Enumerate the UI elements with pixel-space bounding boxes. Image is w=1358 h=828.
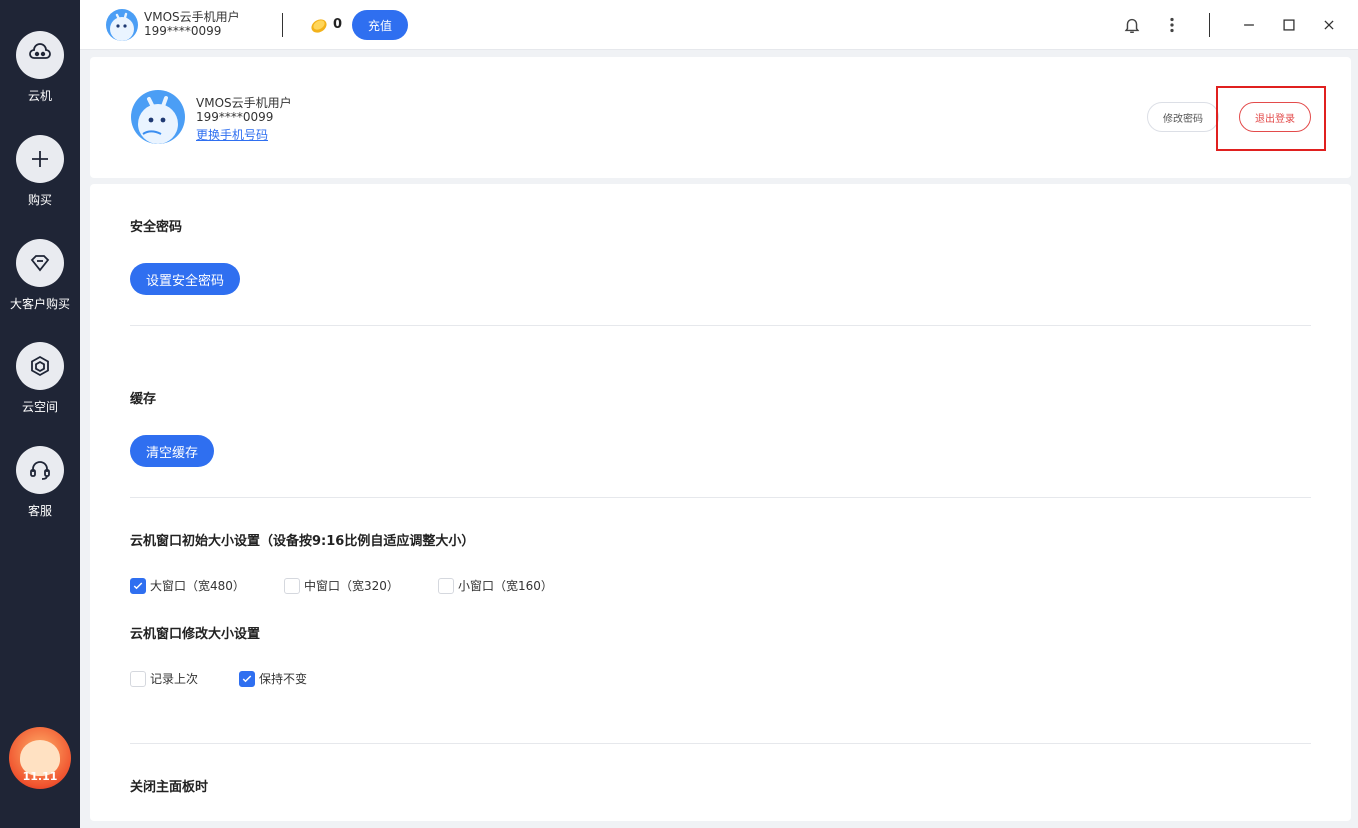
checkbox-keep-unchanged[interactable]: 保持不变 <box>239 670 307 687</box>
more-vertical-icon[interactable] <box>1161 14 1183 36</box>
checkbox-checked[interactable] <box>239 670 255 687</box>
minimize-icon[interactable] <box>1238 14 1260 36</box>
checkbox-unchecked[interactable] <box>284 577 300 594</box>
divider <box>1209 13 1210 37</box>
divider <box>130 497 1311 498</box>
security-password-title: 安全密码 <box>130 220 183 235</box>
sidebar-item-cloud-phone[interactable]: 云机 <box>0 31 80 104</box>
promo-label: 11.11 <box>22 770 58 783</box>
window-resize-title: 云机窗口修改大小设置 <box>130 627 261 642</box>
checkbox-unchecked[interactable] <box>438 577 454 594</box>
headset-icon <box>16 446 64 494</box>
coin-count: 0 <box>333 17 343 32</box>
sidebar-item-label: 云空间 <box>21 400 58 414</box>
sidebar-item-buy[interactable]: 购买 <box>0 135 80 208</box>
bell-icon[interactable] <box>1121 14 1143 36</box>
coin-icon <box>311 19 327 33</box>
cache-title: 缓存 <box>130 392 157 407</box>
divider <box>282 13 283 37</box>
checkbox-medium-window[interactable]: 中窗口（宽320） <box>284 577 399 594</box>
sidebar-item-label: 客服 <box>27 504 52 518</box>
close-icon[interactable] <box>1318 14 1340 36</box>
profile-card: VMOS云手机用户 199****0099 更换手机号码 修改密码 退出登录 <box>90 57 1351 178</box>
sidebar-item-label: 购买 <box>27 193 52 207</box>
cloud-phone-icon <box>16 31 64 79</box>
highlight-box <box>1216 86 1326 151</box>
sidebar: 云机 购买 大客户购买 云空间 客服 11.11 <box>0 0 80 828</box>
close-main-panel-title: 关闭主面板时 <box>130 780 209 795</box>
diamond-icon <box>16 239 64 287</box>
window-init-size-title: 云机窗口初始大小设置（设备按9:16比例自适应调整大小） <box>130 534 475 549</box>
plus-icon <box>16 135 64 183</box>
avatar[interactable] <box>106 9 138 41</box>
checkbox-remember-last[interactable]: 记录上次 <box>130 670 198 687</box>
recharge-button[interactable]: 充值 <box>352 10 408 40</box>
sidebar-item-enterprise-buy[interactable]: 大客户购买 <box>0 239 80 312</box>
checkbox-large-window[interactable]: 大窗口（宽480） <box>130 577 245 594</box>
sidebar-item-support[interactable]: 客服 <box>0 446 80 519</box>
top-bar: VMOS云手机用户 199****0099 0 充值 <box>80 0 1358 50</box>
checkbox-label: 中窗口（宽320） <box>304 579 399 593</box>
settings-card: 安全密码 设置安全密码 缓存 清空缓存 云机窗口初始大小设置（设备按9:16比例… <box>90 184 1351 821</box>
divider <box>130 743 1311 744</box>
sidebar-item-label: 云机 <box>27 89 52 103</box>
checkbox-label: 大窗口（宽480） <box>150 579 245 593</box>
top-phone: 199****0099 <box>144 24 222 38</box>
avatar <box>131 90 185 144</box>
change-phone-link[interactable]: 更换手机号码 <box>196 126 268 143</box>
top-username: VMOS云手机用户 <box>144 10 240 24</box>
sidebar-item-cloud-space[interactable]: 云空间 <box>0 342 80 415</box>
checkbox-label: 记录上次 <box>150 672 199 686</box>
change-password-button[interactable]: 修改密码 <box>1147 102 1219 132</box>
checkbox-label: 小窗口（宽160） <box>458 579 553 593</box>
maximize-icon[interactable] <box>1278 14 1300 36</box>
checkbox-unchecked[interactable] <box>130 670 146 687</box>
sidebar-item-label: 大客户购买 <box>9 297 70 311</box>
profile-username: VMOS云手机用户 <box>196 96 292 110</box>
clear-cache-button[interactable]: 清空缓存 <box>130 435 215 467</box>
divider <box>130 325 1311 326</box>
checkbox-label: 保持不变 <box>259 672 308 686</box>
set-security-password-button[interactable]: 设置安全密码 <box>130 263 241 295</box>
checkbox-small-window[interactable]: 小窗口（宽160） <box>438 577 553 594</box>
profile-phone: 199****0099 <box>196 110 274 124</box>
checkbox-checked[interactable] <box>130 577 146 594</box>
cube-icon <box>16 342 64 390</box>
promo-badge[interactable]: 11.11 <box>9 727 71 789</box>
